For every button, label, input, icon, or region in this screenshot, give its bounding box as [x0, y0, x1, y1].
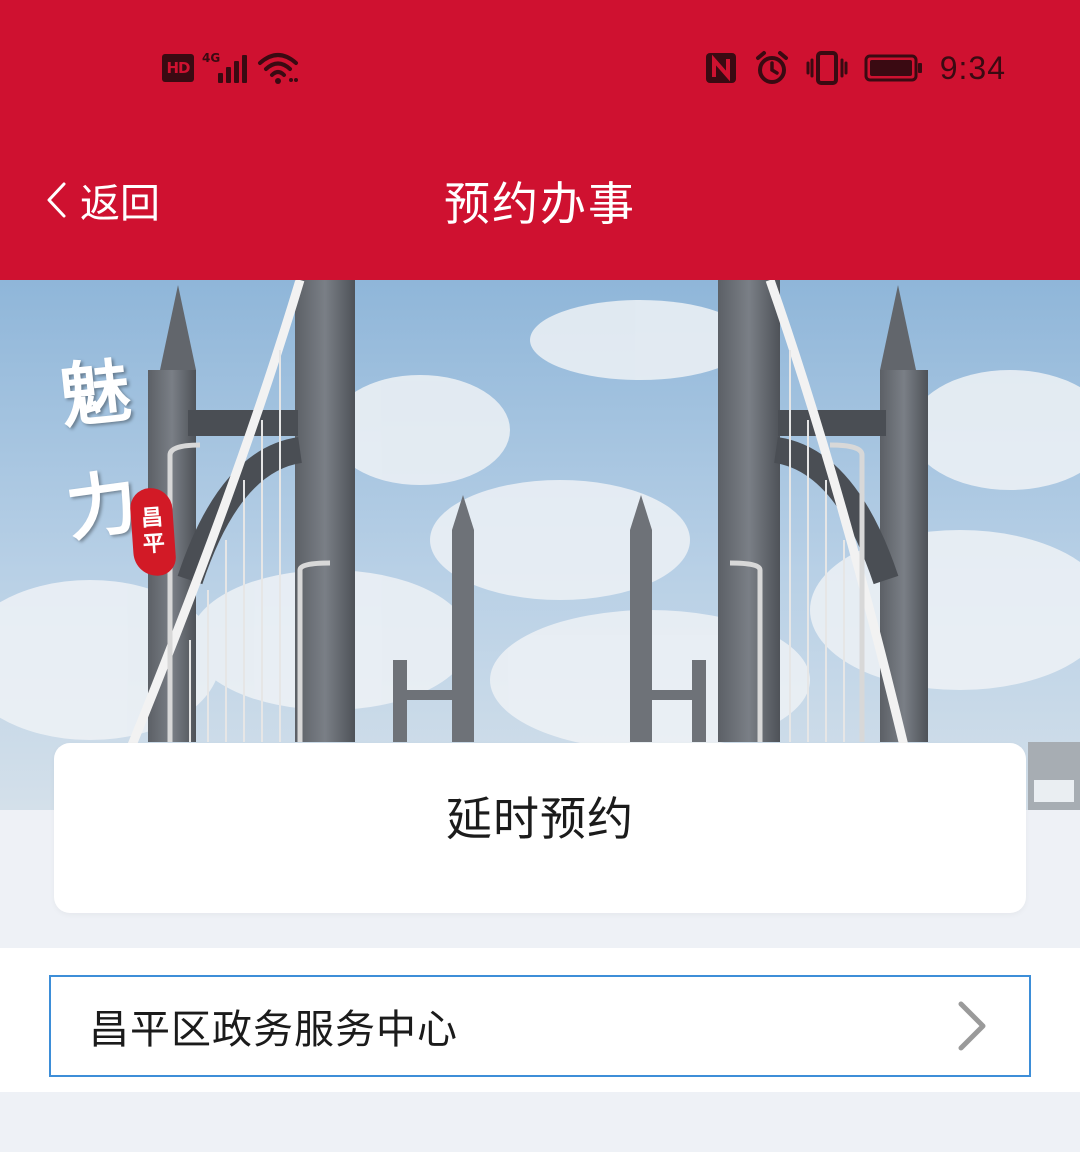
wifi-icon	[258, 53, 298, 84]
network-type-label: 4G	[202, 51, 221, 65]
hd-icon: HD	[162, 54, 194, 82]
banner-image: 魅 力 昌 平	[0, 280, 1080, 810]
card-title: 延时预约	[446, 792, 634, 846]
status-time: 9:34	[939, 49, 1006, 86]
page-title: 预约办事	[444, 177, 636, 231]
list-item-label: 昌平区政务服务中心	[89, 1007, 458, 1053]
signal-icon: 4G	[202, 51, 247, 83]
nav-bar: 返回 预约办事	[0, 140, 1080, 280]
banner-calligraphy-1: 魅	[56, 348, 135, 439]
vibrate-icon	[806, 51, 848, 85]
delayed-appointment-card[interactable]: 延时预约	[54, 743, 1026, 913]
app-header: HD 4G 9:34 返回 预约办事	[0, 0, 1080, 280]
nfc-icon	[705, 53, 736, 83]
seal-char-1: 昌	[140, 505, 164, 532]
list-item-service-center[interactable]: 昌平区政务服务中心	[49, 975, 1031, 1077]
status-right: 9:34	[704, 48, 1006, 88]
alarm-icon	[755, 51, 788, 84]
chevron-right-icon	[958, 1001, 986, 1051]
seal-char-2: 平	[142, 531, 166, 558]
status-left: HD 4G	[162, 48, 299, 88]
banner-calligraphy-2: 力	[61, 459, 143, 552]
status-bar: HD 4G 9:34	[0, 0, 1080, 140]
seal-stamp: 昌 平	[128, 486, 178, 578]
battery-icon	[864, 54, 922, 82]
